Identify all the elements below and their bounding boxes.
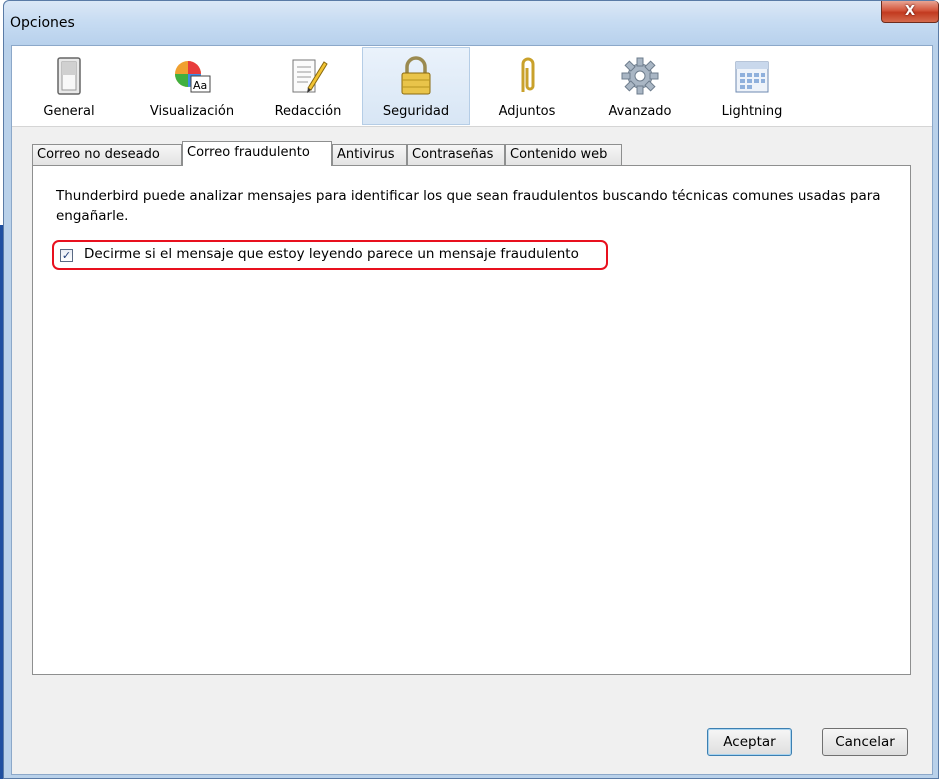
- pane-general[interactable]: General: [20, 48, 118, 124]
- scam-check-option[interactable]: ✓ Decirme si el mensaje que estoy leyend…: [52, 240, 608, 270]
- close-icon: X: [904, 4, 916, 19]
- window-title: Opciones: [10, 15, 75, 31]
- pane-label: General: [43, 104, 95, 119]
- pane-label: Avanzado: [608, 104, 672, 119]
- pane-label: Redacción: [274, 104, 342, 119]
- pane-label: Adjuntos: [498, 104, 556, 119]
- compose-pencil-icon: [292, 59, 328, 93]
- svg-text:Aa: Aa: [193, 79, 207, 92]
- pane-advanced[interactable]: Avanzado: [590, 48, 690, 124]
- scam-checkbox[interactable]: ✓: [60, 249, 73, 262]
- tab-passwords[interactable]: Contraseñas: [407, 144, 505, 165]
- pane-lightning[interactable]: Lightning: [702, 48, 802, 124]
- scam-mail-panel: Thunderbird puede analizar mensajes para…: [32, 165, 911, 675]
- title-bar[interactable]: Opciones X: [4, 1, 939, 45]
- pane-attachments[interactable]: Adjuntos: [482, 48, 572, 124]
- gear-icon: [621, 57, 659, 95]
- pane-display[interactable]: Aa Visualización: [130, 48, 254, 124]
- close-button[interactable]: X: [881, 1, 939, 23]
- tab-web-content[interactable]: Contenido web: [505, 144, 622, 165]
- font-colors-icon: Aa: [175, 61, 211, 93]
- pane-label: Visualización: [149, 104, 235, 119]
- pane-security[interactable]: Seguridad: [362, 47, 470, 125]
- paperclip-icon: [521, 57, 535, 92]
- preferences-toolbar: General Aa Visualización Redacción Segur…: [12, 46, 932, 127]
- pane-composition[interactable]: Redacción: [258, 48, 358, 124]
- accept-button[interactable]: Aceptar: [707, 728, 792, 756]
- cancel-button[interactable]: Cancelar: [822, 728, 908, 756]
- dialog-content: General Aa Visualización Redacción Segur…: [11, 45, 933, 775]
- padlock-icon: [401, 56, 431, 95]
- scam-description: Thunderbird puede analizar mensajes para…: [56, 188, 881, 224]
- tab-scam-mail[interactable]: Correo fraudulento: [182, 141, 332, 166]
- calendar-icon: [735, 61, 769, 93]
- tab-antivirus[interactable]: Antivirus: [332, 144, 407, 165]
- switch-icon: [57, 57, 81, 95]
- tab-junk-mail[interactable]: Correo no deseado: [32, 144, 182, 165]
- pane-label: Seguridad: [382, 104, 450, 119]
- checkmark-icon: ✓: [61, 249, 72, 262]
- pane-label: Lightning: [721, 104, 783, 119]
- scam-checkbox-label[interactable]: Decirme si el mensaje que estoy leyendo …: [84, 246, 579, 262]
- options-dialog: Opciones X General Aa Visualización Reda…: [3, 0, 939, 779]
